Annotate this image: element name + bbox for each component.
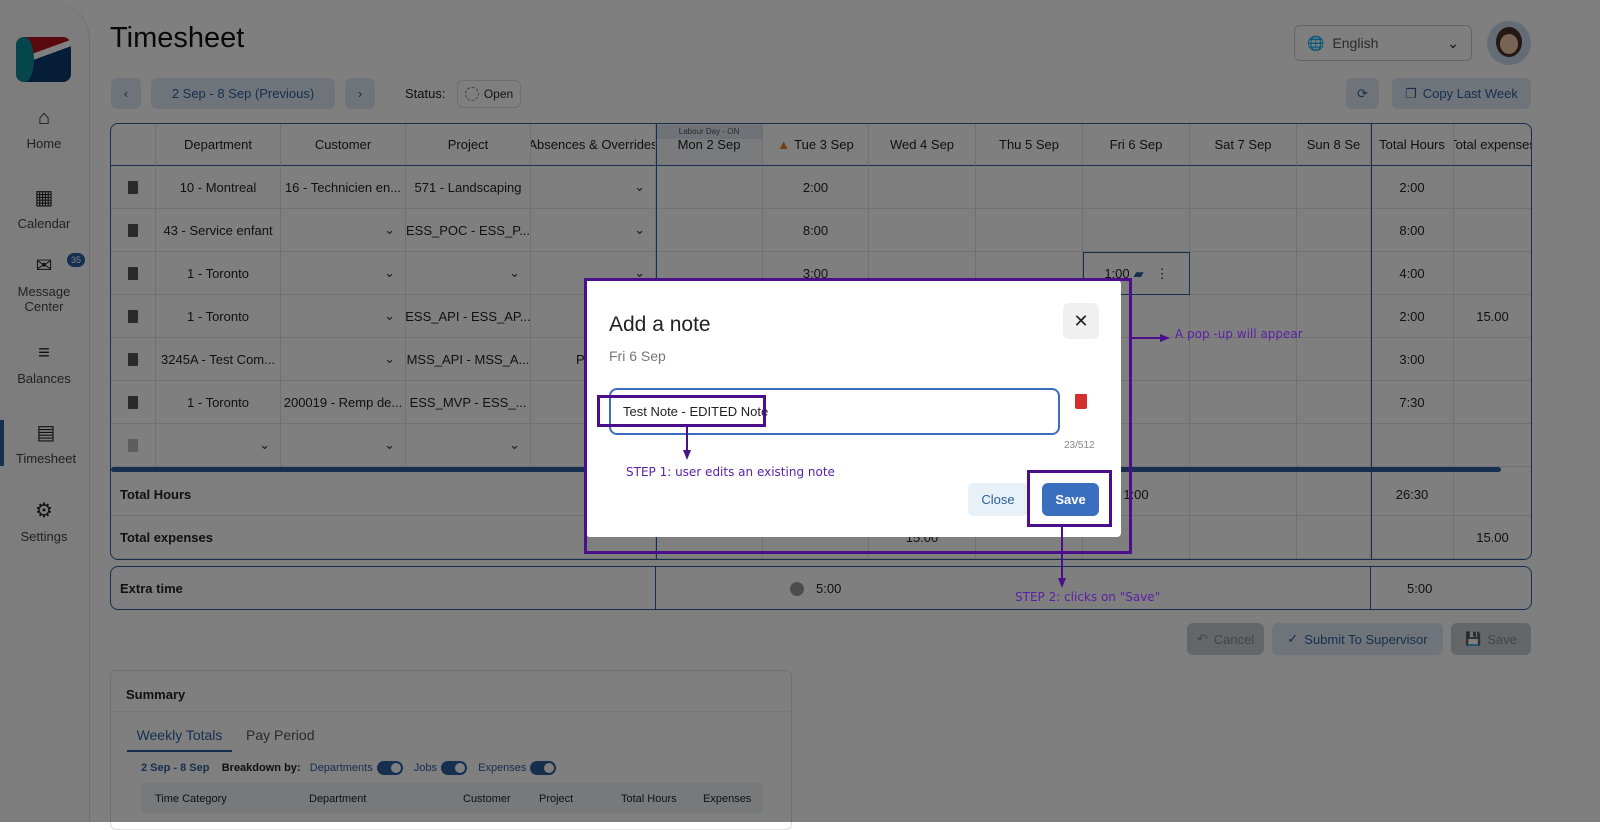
popup-annotation: A pop -up will appear: [1175, 327, 1303, 341]
step1-annotation: STEP 1: user edits an existing note: [626, 465, 835, 479]
step2-annotation: STEP 2: clicks on "Save": [1015, 590, 1161, 604]
annotation-arrows: [683, 334, 1170, 588]
